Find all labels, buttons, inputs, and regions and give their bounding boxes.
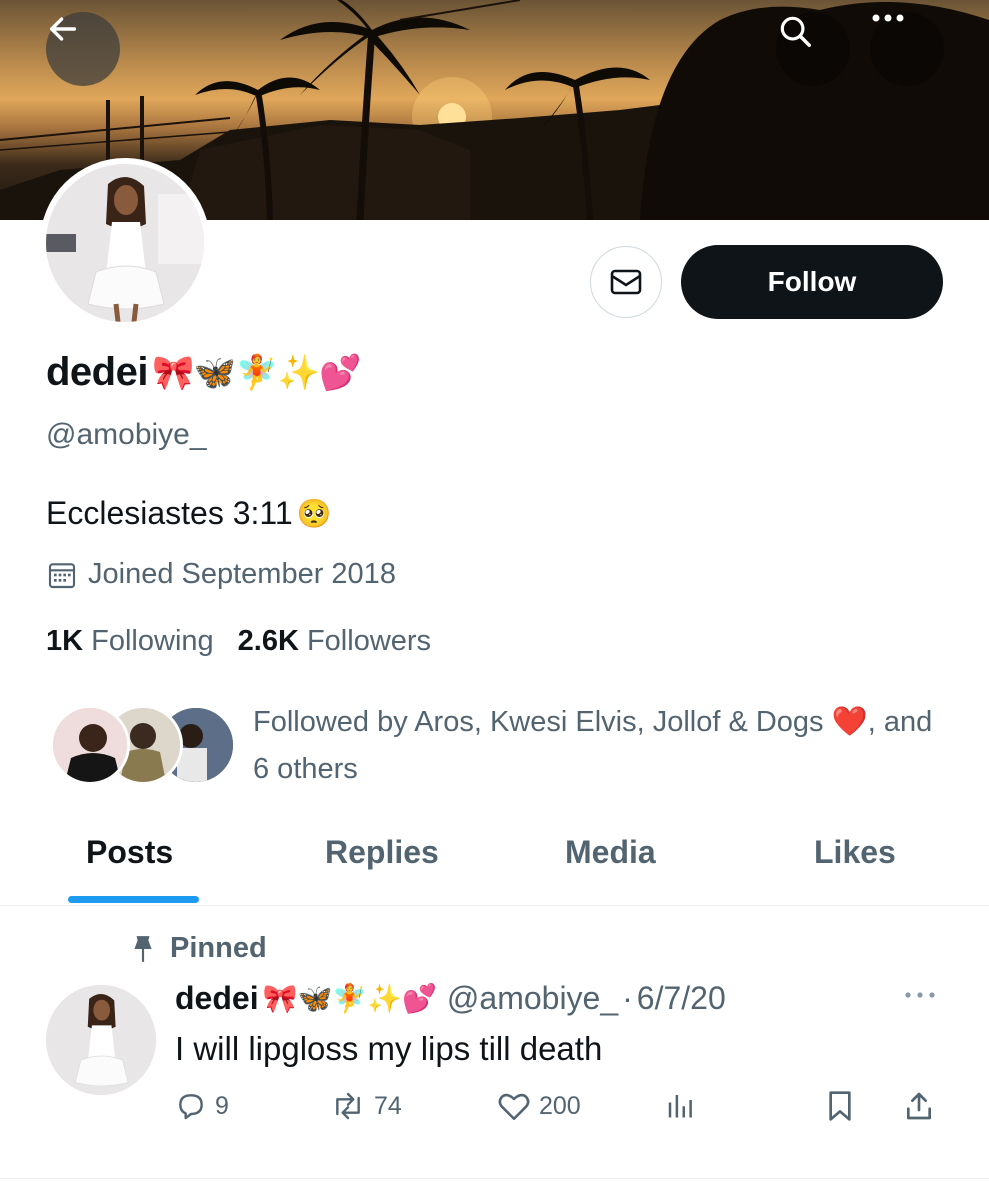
more-horizontal-icon [872, 14, 904, 22]
followers-link[interactable]: 2.6K Followers [238, 625, 431, 658]
tab-likes[interactable]: Likes [814, 834, 896, 871]
bio-emoji: 🥺 [296, 497, 332, 530]
post-author-name[interactable]: dedei [175, 980, 259, 1017]
search-button[interactable] [776, 12, 850, 86]
tab-media[interactable]: Media [565, 834, 656, 871]
followers-count: 2.6K [237, 625, 299, 657]
followed-by-text[interactable]: Followed by Aros, Kwesi Elvis, Jollof & … [253, 698, 953, 793]
search-icon [780, 16, 811, 47]
repost-button[interactable]: 74 [330, 1090, 402, 1122]
share-icon [907, 1092, 931, 1120]
more-horizontal-icon [905, 992, 935, 998]
display-name: dedei 🎀🦋🧚✨💕 [46, 350, 362, 395]
following-link[interactable]: 1K Following [46, 625, 214, 658]
profile-bio: Ecclesiastes 3:11 🥺 [46, 495, 332, 532]
follow-button-label: Follow [767, 266, 857, 297]
post-more-button[interactable] [902, 988, 938, 1006]
pin-icon [134, 935, 152, 962]
avatar [50, 705, 130, 785]
repost-count: 74 [374, 1091, 402, 1120]
bookmark-icon [829, 1091, 851, 1121]
post-text: I will lipgloss my lips till death [175, 1030, 603, 1067]
reply-button[interactable]: 9 [175, 1090, 229, 1122]
post-date[interactable]: 6/7/20 [637, 980, 726, 1017]
views-button[interactable] [665, 1090, 695, 1120]
following-count: 1K [46, 625, 84, 657]
share-button[interactable] [903, 1090, 935, 1122]
bio-text: Ecclesiastes 3:11 [46, 495, 293, 531]
post-author-emojis: 🎀🦋🧚✨💕 [262, 982, 437, 1015]
display-name-emojis: 🎀🦋🧚✨💕 [151, 352, 362, 393]
avatar-photo [46, 164, 204, 322]
back-arrow-icon [49, 17, 77, 41]
profile-avatar[interactable] [40, 158, 210, 328]
envelope-icon [610, 269, 642, 295]
following-label: Following [91, 625, 214, 657]
message-button[interactable] [590, 246, 662, 318]
profile-tabs: Posts Replies Media Likes [0, 818, 989, 906]
joined-text: Joined September 2018 [88, 558, 396, 590]
active-tab-indicator [68, 896, 199, 903]
back-button[interactable] [46, 12, 120, 86]
post-author-handle[interactable]: @amobiye_ [447, 980, 618, 1017]
post-header: dedei 🎀🦋🧚✨💕 @amobiye_ · 6/7/20 [175, 980, 726, 1017]
reply-count: 9 [215, 1091, 229, 1120]
repost-icon [336, 1092, 360, 1120]
pinned-label: Pinned [130, 932, 267, 965]
like-count: 200 [539, 1091, 581, 1120]
tab-posts[interactable]: Posts [86, 834, 173, 871]
profile-handle: @amobiye_ [46, 418, 207, 451]
post-separator: · [622, 980, 633, 1016]
followed-by-avatars[interactable] [50, 705, 236, 787]
display-name-text: dedei [46, 350, 148, 394]
follow-counts: 1K Following 2.6K Followers [46, 625, 431, 658]
post-author-avatar[interactable] [46, 985, 156, 1095]
post-actions: 9 74 200 [175, 1090, 945, 1136]
followers-label: Followers [306, 625, 432, 657]
more-button[interactable] [870, 12, 944, 86]
followed-by-names: Followed by Aros, Kwesi Elvis, Jollof & … [253, 706, 824, 738]
tab-replies[interactable]: Replies [325, 834, 439, 871]
avatar-photo [46, 985, 156, 1095]
followed-by-emoji: ❤️ [831, 704, 868, 738]
pinned-text: Pinned [170, 932, 267, 964]
heart-icon [498, 1093, 530, 1121]
bookmark-button[interactable] [825, 1090, 855, 1122]
analytics-icon [668, 1095, 692, 1118]
follow-button[interactable]: Follow [681, 245, 943, 319]
joined-date: Joined September 2018 [46, 558, 396, 591]
calendar-icon [48, 562, 76, 588]
reply-icon [179, 1094, 203, 1120]
like-button[interactable]: 200 [497, 1090, 581, 1122]
divider [0, 1178, 989, 1179]
